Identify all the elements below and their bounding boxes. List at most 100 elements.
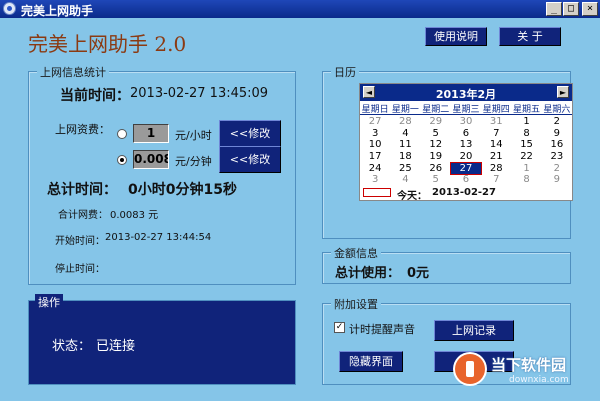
calendar-header: ◄ 2013年2月 ►	[360, 84, 572, 101]
calendar-day[interactable]: 3	[360, 128, 390, 140]
calendar-day[interactable]: 25	[390, 163, 420, 175]
calendar-weekdays: 星期日 星期一 星期二 星期三 星期四 星期五 星期六	[360, 102, 572, 115]
current-time-label: 当前时间：	[60, 88, 130, 104]
calendar-day[interactable]: 22	[511, 151, 541, 163]
next-month-icon[interactable]: ►	[557, 86, 569, 98]
calendar-day[interactable]: 26	[421, 163, 451, 175]
calendar-day[interactable]: 23	[542, 151, 572, 163]
calendar-day[interactable]: 6	[451, 174, 481, 186]
today-value[interactable]: 2013-02-27	[432, 187, 496, 198]
calendar-day[interactable]: 29	[421, 116, 451, 128]
total-fee-value: 0.0083 元	[110, 210, 159, 221]
total-time-value: 0小时0分钟15秒	[128, 182, 237, 198]
calendar-day[interactable]: 18	[390, 151, 420, 163]
total-used-label: 总计使用：	[335, 266, 401, 281]
calendar-day[interactable]: 14	[481, 139, 511, 151]
history-button[interactable]: 上网记录	[434, 320, 514, 341]
rate-min-unit: 元/分钟	[175, 155, 212, 168]
calendar-day-selected[interactable]: 27	[449, 161, 483, 176]
total-fee-label: 合计网费：	[58, 210, 108, 221]
today-marker-icon	[363, 188, 391, 197]
calendar-day[interactable]: 8	[511, 128, 541, 140]
current-time-value: 2013-02-27 13:45:09	[130, 86, 269, 101]
calendar-day[interactable]: 4	[390, 128, 420, 140]
today-label: 今天：	[397, 191, 427, 202]
calendar-day[interactable]: 21	[481, 151, 511, 163]
calendar-day[interactable]: 2	[542, 163, 572, 175]
fee-label: 上网资费：	[55, 123, 110, 136]
total-time-label: 总计时间：	[47, 182, 117, 198]
sound-checkbox[interactable]: ✓	[334, 322, 345, 333]
watermark-site-name: 当下软件园	[491, 356, 567, 374]
about-button[interactable]: 关 于	[499, 27, 561, 46]
calendar-day[interactable]: 8	[511, 174, 541, 186]
calendar-day[interactable]: 15	[511, 139, 541, 151]
total-used-value: 0元	[407, 266, 430, 281]
close-button[interactable]: ×	[582, 2, 598, 16]
watermark: 当下软件园 downxia.com	[455, 352, 585, 392]
modify-min-button[interactable]: <<修改	[219, 146, 281, 173]
help-button[interactable]: 使用说明	[425, 27, 487, 46]
status-label: 状态：	[52, 339, 92, 354]
calendar-day[interactable]: 24	[360, 163, 390, 175]
calendar-day[interactable]: 10	[360, 139, 390, 151]
calendar-day[interactable]: 4	[390, 174, 420, 186]
calendar-day[interactable]: 2	[542, 116, 572, 128]
calendar-legend: 日历	[331, 64, 359, 80]
rate-min-radio[interactable]	[117, 155, 127, 165]
extra-settings-legend: 附加设置	[331, 296, 381, 312]
watermark-site-url: downxia.com	[509, 375, 569, 385]
rate-hour-input[interactable]: 1	[133, 124, 169, 143]
calendar-day[interactable]: 20	[451, 151, 481, 163]
calendar-day[interactable]: 1	[511, 163, 541, 175]
rate-hour-radio[interactable]	[117, 129, 127, 139]
calendar-day[interactable]: 5	[421, 174, 451, 186]
calendar-grid: 27 28 29 30 31 1 2 3 4 5 6 7 8 9 10 11 1…	[360, 116, 572, 186]
start-time-label: 开始时间：	[55, 236, 105, 247]
calendar-day[interactable]: 28	[481, 163, 511, 175]
maximize-button[interactable]: □	[563, 2, 579, 16]
sound-checkbox-label: 计时提醒声音	[349, 323, 415, 336]
title-bar[interactable]: 完美上网助手 _ □ ×	[0, 0, 600, 18]
app-title: 完美上网助手 2.0	[28, 32, 187, 56]
calendar-day[interactable]: 12	[421, 139, 451, 151]
stats-legend: 上网信息统计	[37, 64, 109, 80]
calendar-day[interactable]: 3	[360, 174, 390, 186]
calendar-day[interactable]: 19	[421, 151, 451, 163]
calendar-day[interactable]: 27	[360, 116, 390, 128]
calendar-month: 2013年2月	[435, 88, 497, 101]
weekday-label: 星期六	[543, 105, 571, 114]
stop-time-label: 停止时间：	[55, 264, 105, 275]
calendar-day[interactable]: 6	[451, 128, 481, 140]
calendar-day[interactable]: 1	[511, 116, 541, 128]
calendar-day[interactable]: 7	[481, 128, 511, 140]
operation-legend: 操作	[35, 294, 63, 310]
weekday-label: 星期三	[452, 105, 480, 114]
calendar-day[interactable]: 31	[481, 116, 511, 128]
weekday-label: 星期五	[513, 105, 541, 114]
calendar-day[interactable]: 11	[390, 139, 420, 151]
calendar-day[interactable]: 30	[451, 116, 481, 128]
calendar-day[interactable]: 7	[481, 174, 511, 186]
weekday-label: 星期一	[391, 105, 419, 114]
amount-legend: 金额信息	[331, 245, 381, 261]
app-window: 完美上网助手 _ □ × 完美上网助手 2.0 使用说明 关 于 上网信息统计 …	[0, 0, 600, 401]
hide-interface-button[interactable]: 隐藏界面	[339, 351, 403, 372]
calendar-day[interactable]: 5	[421, 128, 451, 140]
calendar-day[interactable]: 9	[542, 174, 572, 186]
weekday-label: 星期二	[422, 105, 450, 114]
rate-min-input[interactable]: 0.0083	[133, 150, 169, 169]
minimize-button[interactable]: _	[546, 2, 562, 16]
calendar-day[interactable]: 16	[542, 139, 572, 151]
weekday-label: 星期日	[361, 105, 389, 114]
modify-hour-button[interactable]: <<修改	[219, 120, 281, 147]
calendar-day[interactable]: 17	[360, 151, 390, 163]
calendar-day[interactable]: 13	[451, 139, 481, 151]
operation-panel: 操作 状态： 已连接	[28, 294, 296, 385]
calendar-day[interactable]: 28	[390, 116, 420, 128]
calendar[interactable]: ◄ 2013年2月 ► 星期日 星期一 星期二 星期三 星期四 星期五 星期六 …	[359, 83, 573, 202]
calendar-day[interactable]: 9	[542, 128, 572, 140]
watermark-logo-icon	[455, 354, 485, 384]
app-logo-icon	[3, 2, 16, 15]
rate-hour-unit: 元/小时	[175, 129, 212, 142]
